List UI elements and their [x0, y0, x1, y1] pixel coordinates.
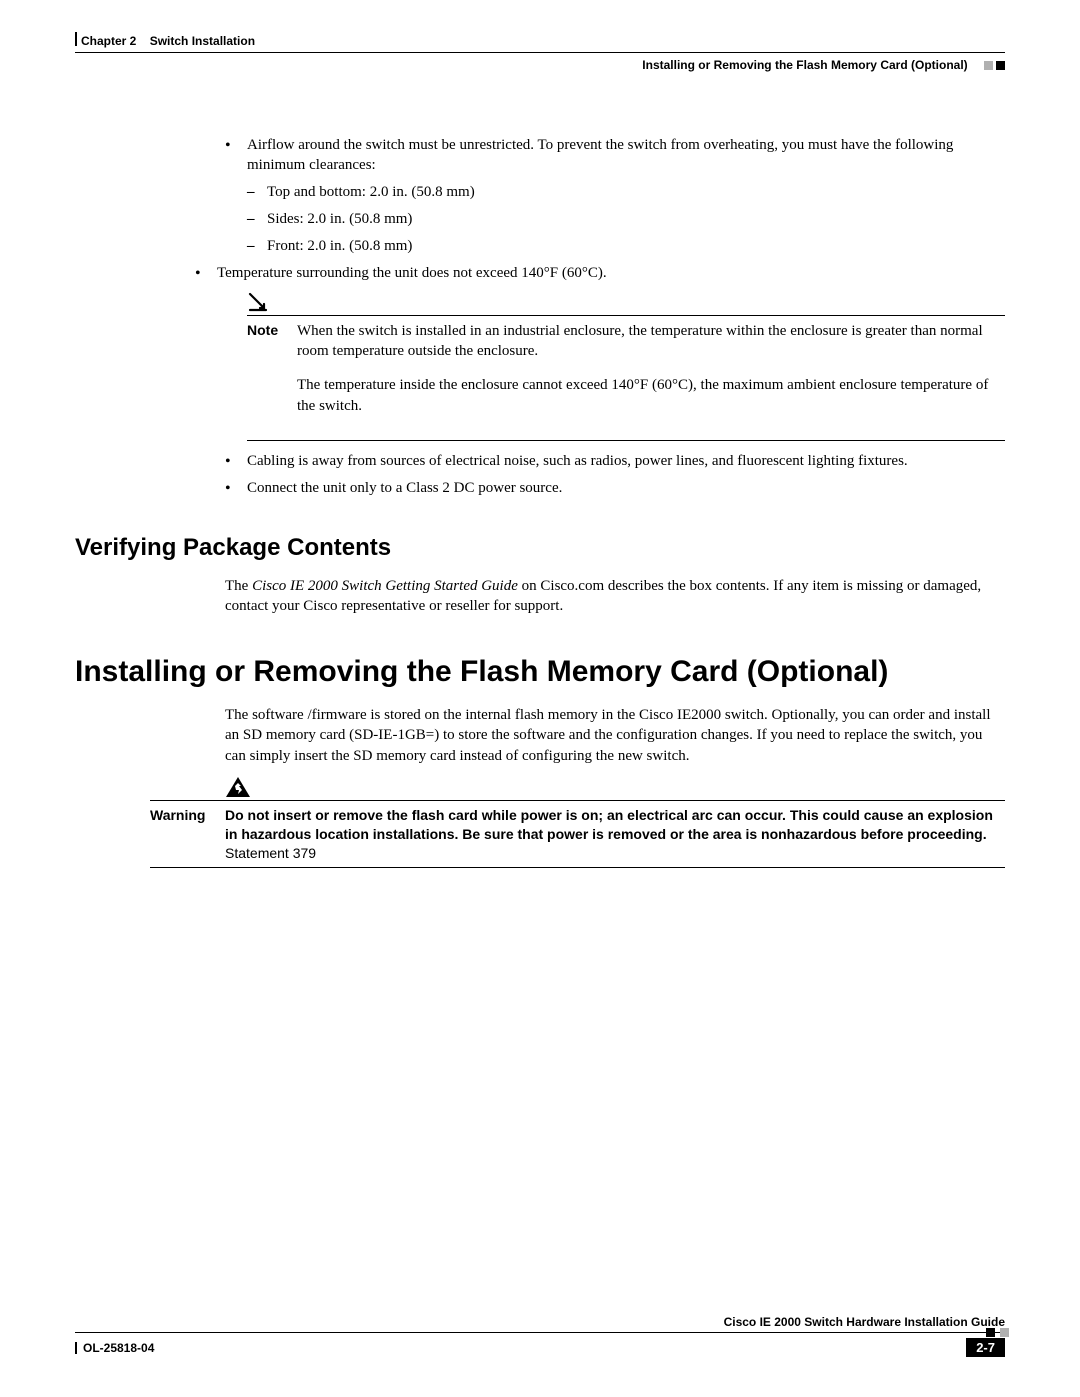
guide-title-italic: Cisco IE 2000 Switch Getting Started Gui…	[252, 578, 518, 594]
bullet-power-source: • Connect the unit only to a Class 2 DC …	[225, 478, 1005, 500]
note-paragraph: The temperature inside the enclosure can…	[297, 375, 1005, 416]
note-paragraph: When the switch is installed in an indus…	[297, 321, 1005, 362]
chapter-number: Chapter 2	[81, 34, 136, 48]
text: The	[225, 578, 252, 594]
bullet-text: Connect the unit only to a Class 2 DC po…	[247, 478, 1005, 500]
subbullet-text: Front: 2.0 in. (50.8 mm)	[267, 236, 1005, 256]
page-number: 2-7	[966, 1338, 1005, 1357]
subbullet-sides: – Sides: 2.0 in. (50.8 mm)	[247, 209, 1005, 229]
warning-text-bold: Do not insert or remove the flash card w…	[225, 807, 993, 842]
running-header-left: Chapter 2 Switch Installation	[81, 34, 255, 48]
running-header-right: Installing or Removing the Flash Memory …	[642, 58, 1005, 73]
section-title: Installing or Removing the Flash Memory …	[642, 58, 967, 72]
header-rule	[75, 52, 1005, 53]
subbullet-text: Sides: 2.0 in. (50.8 mm)	[267, 209, 1005, 229]
header-ornament	[981, 59, 1005, 73]
header-bar	[75, 32, 77, 46]
warning-statement: Statement 379	[225, 845, 316, 861]
bullet-text: Temperature surrounding the unit does no…	[217, 263, 1005, 285]
page-body: • Airflow around the switch must be unre…	[225, 135, 1005, 868]
page-header: Chapter 2 Switch Installation Installing…	[75, 30, 1005, 80]
paragraph: The software /firmware is stored on the …	[225, 705, 1005, 766]
heading-flash-memory: Installing or Removing the Flash Memory …	[75, 655, 1005, 690]
note-block: Note When the switch is installed in an …	[247, 291, 1005, 441]
heading-verifying-package: Verifying Package Contents	[75, 534, 1005, 562]
bullet-cabling: • Cabling is away from sources of electr…	[225, 451, 1005, 473]
page-footer: Cisco IE 2000 Switch Hardware Installati…	[75, 1315, 1005, 1357]
bullet-airflow: • Airflow around the switch must be unre…	[225, 135, 1005, 176]
note-label: Note	[247, 321, 297, 430]
doc-id-text: OL-25818-04	[83, 1341, 154, 1355]
footer-doc-id: OL-25818-04	[75, 1341, 154, 1355]
subbullet-front: – Front: 2.0 in. (50.8 mm)	[247, 236, 1005, 256]
bullet-text: Cabling is away from sources of electric…	[247, 451, 1005, 473]
note-icon	[247, 291, 1005, 313]
warning-label: Warning	[150, 806, 225, 863]
paragraph: The Cisco IE 2000 Switch Getting Started…	[225, 576, 1005, 617]
warning-block: Warning Do not insert or remove the flas…	[150, 776, 1005, 869]
footer-rule	[75, 1332, 1005, 1333]
subbullet-top-bottom: – Top and bottom: 2.0 in. (50.8 mm)	[247, 182, 1005, 202]
chapter-title: Switch Installation	[150, 34, 255, 48]
bullet-temperature: • Temperature surrounding the unit does …	[195, 263, 1005, 285]
bullet-text: Airflow around the switch must be unrest…	[247, 135, 1005, 176]
subbullet-text: Top and bottom: 2.0 in. (50.8 mm)	[267, 182, 1005, 202]
warning-icon	[225, 776, 1005, 800]
footer-guide-title: Cisco IE 2000 Switch Hardware Installati…	[75, 1315, 1005, 1329]
